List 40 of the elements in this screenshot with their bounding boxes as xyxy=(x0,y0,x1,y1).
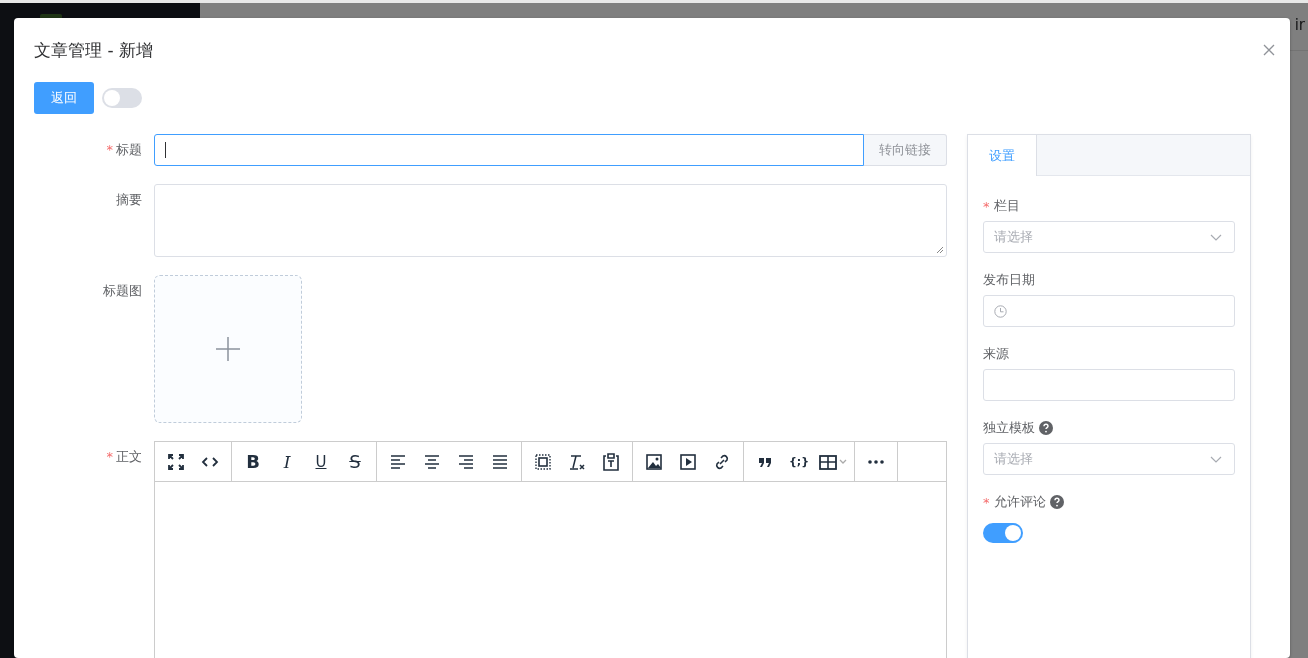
bold-button[interactable]: B xyxy=(236,446,270,477)
field-label: 标题图 xyxy=(103,282,142,300)
resize-handle-icon xyxy=(936,246,944,254)
code-block-button[interactable]: {;} xyxy=(782,446,816,477)
clipboard-icon[interactable] xyxy=(601,451,621,472)
play-icon[interactable] xyxy=(678,451,698,472)
close-icon[interactable] xyxy=(1262,43,1276,57)
placeholder-text: 请选择 xyxy=(994,450,1033,468)
field-label: 来源 xyxy=(983,345,1009,363)
summary-field[interactable] xyxy=(154,184,947,257)
source-field[interactable] xyxy=(983,369,1235,401)
plus-icon xyxy=(215,336,241,362)
fullscreen-icon[interactable] xyxy=(166,451,186,472)
field-label: 正文 xyxy=(116,448,142,466)
date-field[interactable] xyxy=(983,295,1235,327)
field-label: 发布日期 xyxy=(983,271,1035,289)
required-mark: * xyxy=(106,448,113,466)
toggle-switch[interactable] xyxy=(102,88,142,108)
field-label: 独立模板 xyxy=(983,419,1035,437)
chevron-down-icon xyxy=(1210,455,1222,463)
toggle-switch[interactable] xyxy=(983,523,1023,543)
placeholder-text: 请选择 xyxy=(994,228,1033,246)
clock-icon xyxy=(994,304,1007,318)
field-label: 栏目 xyxy=(993,197,1020,215)
underline-button[interactable]: U xyxy=(304,446,338,477)
strikethrough-button[interactable]: S xyxy=(338,446,372,477)
required-mark: * xyxy=(983,494,990,510)
chevron-down-icon xyxy=(1210,233,1222,241)
required-mark: * xyxy=(983,198,990,214)
italic-button[interactable]: I xyxy=(270,446,304,477)
dialog-title: 文章管理 - 新增 xyxy=(34,39,153,62)
rich-text-editor[interactable]: B I U S {;} xyxy=(154,441,947,658)
header-text: ir xyxy=(1294,16,1305,34)
field-label: 标题 xyxy=(116,141,142,159)
dotted-square-icon[interactable] xyxy=(533,451,553,472)
field-label: 摘要 xyxy=(116,191,142,209)
field-label: 允许评论 xyxy=(993,493,1046,511)
title-field[interactable] xyxy=(154,134,864,166)
required-mark: * xyxy=(106,141,113,159)
image-icon[interactable] xyxy=(644,451,664,472)
